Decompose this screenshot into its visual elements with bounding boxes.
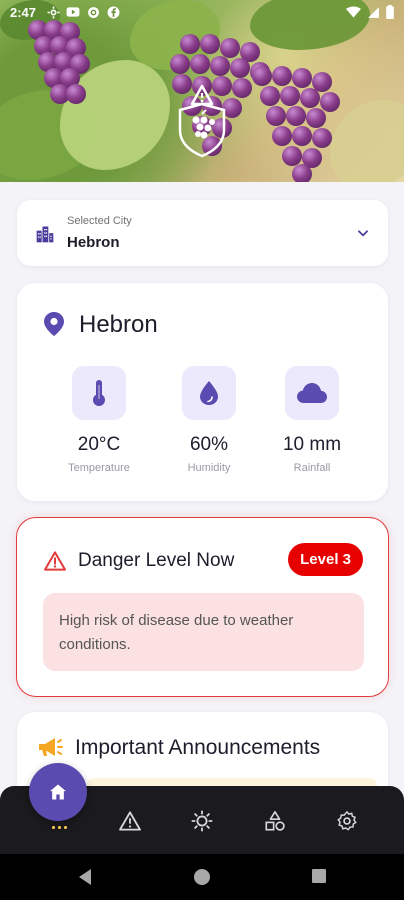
metric-value: 20°C — [77, 434, 121, 455]
announcements-title: Important Announcements — [75, 736, 321, 759]
recents-icon[interactable] — [311, 868, 327, 884]
metric-label: Temperature — [68, 462, 130, 474]
nav-home-button[interactable] — [29, 763, 87, 821]
metric-label: Rainfall — [293, 462, 331, 474]
warning-icon — [119, 811, 141, 831]
home-system-icon[interactable] — [193, 868, 211, 886]
danger-level-badge: Level 3 — [288, 543, 363, 576]
city-value: Hebron — [67, 234, 120, 251]
youtube-icon — [66, 5, 80, 19]
weather-city-name: Hebron — [79, 311, 158, 338]
city-selector[interactable]: Selected City Hebron — [17, 200, 388, 266]
shapes-icon — [265, 811, 285, 831]
system-navigation-bar — [0, 854, 404, 900]
facebook-icon — [106, 5, 120, 19]
metric-humidity: 60% Humidity — [154, 366, 264, 474]
buildings-icon — [36, 226, 54, 243]
battery-icon — [386, 5, 394, 22]
cloud-icon — [285, 366, 339, 420]
sun-icon — [191, 810, 213, 832]
grape-shield-warning-icon — [178, 84, 226, 158]
megaphone-icon — [39, 738, 63, 756]
home-icon — [50, 784, 66, 800]
warning-triangle-icon — [44, 551, 66, 571]
nav-settings[interactable] — [334, 808, 360, 834]
location-pin-icon — [44, 312, 64, 336]
metric-value: 60% — [189, 434, 229, 455]
gear-icon — [46, 5, 60, 19]
wifi-icon — [346, 6, 361, 21]
danger-title: Danger Level Now — [78, 550, 235, 571]
status-bar: 2:47 — [0, 0, 404, 26]
metric-temperature: 20°C Temperature — [44, 366, 154, 474]
status-time: 2:47 — [10, 5, 37, 20]
settings-icon — [337, 811, 357, 831]
back-icon[interactable] — [77, 868, 93, 886]
city-caption: Selected City — [67, 215, 132, 227]
home-active-indicator — [52, 826, 67, 829]
nav-categories[interactable] — [262, 808, 288, 834]
signal-icon — [367, 6, 380, 22]
at-icon — [86, 5, 100, 19]
weather-card: Hebron 20°C Temperature 60% Humidity 10 … — [17, 283, 388, 501]
nav-warning[interactable] — [117, 808, 143, 834]
nav-weather[interactable] — [189, 808, 215, 834]
danger-message: High risk of disease due to weather cond… — [43, 593, 364, 671]
metric-rainfall: 10 mm Rainfall — [257, 366, 367, 474]
metric-label: Humidity — [187, 462, 231, 474]
droplet-icon — [182, 366, 236, 420]
danger-level-card: Danger Level Now Level 3 High risk of di… — [16, 517, 389, 697]
metric-value: 10 mm — [282, 434, 342, 455]
chevron-down-icon[interactable] — [356, 226, 370, 240]
hero-banner — [0, 0, 404, 182]
thermometer-icon — [72, 366, 126, 420]
